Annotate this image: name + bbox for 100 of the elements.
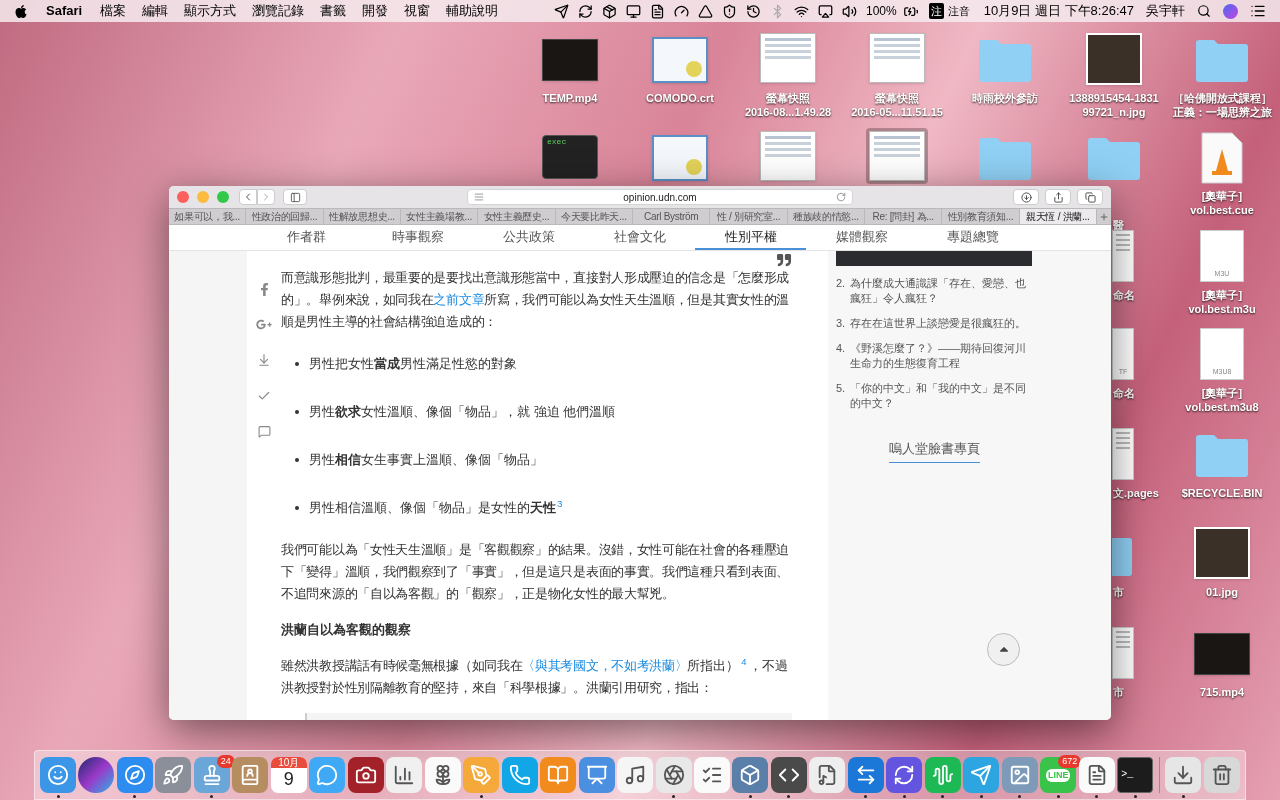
app-menu[interactable]: Safari: [46, 1, 83, 21]
menu-item[interactable]: 視窗: [404, 1, 431, 21]
phone-app-icon[interactable]: [501, 757, 538, 793]
music-note-app-icon[interactable]: [617, 757, 654, 793]
downloads-stack-icon[interactable]: [1165, 757, 1202, 793]
siri-icon[interactable]: [1223, 3, 1238, 19]
address-field[interactable]: opinion.udn.com: [467, 189, 853, 205]
cube-app-icon[interactable]: [732, 757, 769, 793]
flower-app-icon[interactable]: [424, 757, 461, 793]
list-number: 5.: [836, 381, 846, 396]
monitor-icon[interactable]: [626, 3, 641, 19]
airplay-icon[interactable]: [818, 3, 833, 19]
user-name[interactable]: 吳宇軒: [1146, 1, 1185, 21]
code-app-icon[interactable]: [770, 757, 807, 793]
sync-icon[interactable]: [578, 3, 593, 19]
browser-tab[interactable]: 親天恆 / 洪蘭...: [1019, 209, 1097, 224]
screenshot-thumbnail: [869, 131, 925, 181]
apple-menu-icon[interactable]: [14, 3, 28, 19]
check-icon[interactable]: [257, 389, 271, 403]
menu-icon[interactable]: [1250, 3, 1266, 19]
facebook-icon[interactable]: [258, 283, 270, 296]
search-icon[interactable]: [1197, 4, 1211, 18]
close-button[interactable]: [177, 191, 189, 203]
back-button[interactable]: [239, 189, 257, 205]
shield-icon[interactable]: [722, 3, 737, 19]
sound-wave-app-icon[interactable]: [924, 757, 961, 793]
save-icon[interactable]: [257, 353, 271, 367]
footnote-link[interactable]: 3: [557, 498, 563, 510]
footnote-link[interactable]: 4: [741, 657, 747, 668]
compass-app-icon[interactable]: [116, 757, 153, 793]
nav-link[interactable]: 專題總覽: [917, 225, 1028, 250]
address-book-app-icon[interactable]: [232, 757, 269, 793]
article-link[interactable]: 之前文章: [433, 293, 485, 307]
box-icon[interactable]: [602, 3, 617, 19]
menu-item[interactable]: 瀏覽記錄: [252, 1, 305, 21]
article-paragraph: 我們可能以為「女性天生溫順」是「客觀觀察」的結果。沒錯，女性可能在社會的各種壓迫下「變得」溫順，我們觀察到了「事實」，但是這只是表面的事實。我們這種只看到表面、不追問來源的「自以為客觀」的「觀察」，正是物化女性的最大幫兇。: [281, 542, 790, 603]
menu-item[interactable]: 編輯: [142, 1, 169, 21]
screenshot-thumbnail: [760, 33, 816, 83]
sync-app-icon[interactable]: [886, 757, 923, 793]
nav-link[interactable]: 社會文化: [584, 225, 695, 250]
nav-link[interactable]: 媒體觀察: [806, 225, 917, 250]
sheet-music-app-icon[interactable]: [809, 757, 846, 793]
photo-placeholder: [1194, 527, 1250, 579]
folder-icon: [977, 135, 1033, 181]
picture-app-icon[interactable]: [1001, 757, 1038, 793]
trash-icon[interactable]: [1203, 757, 1240, 793]
paper-plane-icon[interactable]: [554, 3, 569, 19]
menu-item[interactable]: 書籤: [320, 1, 347, 21]
history-icon[interactable]: [746, 3, 761, 19]
menu-item[interactable]: 檔案: [100, 1, 127, 21]
reload-icon[interactable]: [836, 192, 846, 202]
certificate-icon: [652, 37, 708, 83]
sidebar-button[interactable]: [283, 189, 307, 205]
file-label: [奧華子] vol.best.m3u8: [1185, 386, 1259, 414]
camera-app-icon[interactable]: [347, 757, 384, 793]
wifi-icon[interactable]: [794, 3, 809, 19]
document-icon[interactable]: [650, 3, 665, 19]
menu-item[interactable]: 顯示方式: [184, 1, 237, 21]
nav-link[interactable]: 公共政策: [473, 225, 584, 250]
menu-item[interactable]: 輔助說明: [446, 1, 499, 21]
article-link[interactable]: 〈與其考國文，不如考洪蘭〉: [522, 659, 688, 673]
triangle-icon[interactable]: [698, 3, 713, 19]
file-label: 醫: [1113, 218, 1124, 232]
folder-icon: [977, 37, 1033, 83]
comment-icon[interactable]: [257, 425, 271, 438]
downloads-button[interactable]: [1013, 189, 1039, 205]
related-article-link[interactable]: 存在在這世界上談戀愛是很瘋狂的。: [850, 316, 1026, 331]
nav-link[interactable]: 作者群: [251, 225, 362, 250]
screenshot-thumbnail: [869, 33, 925, 83]
volume-icon[interactable]: [842, 3, 857, 19]
presentation-app-icon[interactable]: [578, 757, 615, 793]
open-book-app-icon[interactable]: [540, 757, 577, 793]
article-paragraph: 而意識形態批判，最重要的是要找出意識形態當中，直接對人形成壓迫的信念是「怎麼形成的」。舉例來說，如同我在之前文章所寫，我們可能以為女性天生溫順，但是其實女性的溫順是男性主導的社會結構強迫造成的：: [281, 270, 791, 331]
gauge-icon[interactable]: [674, 3, 689, 19]
related-article-link[interactable]: 為什麼成大通識課「存在、愛戀、也瘋狂」令人瘋狂？: [850, 276, 1032, 306]
facebook-page-link[interactable]: 嗚人堂臉書專頁: [888, 439, 980, 463]
share-button[interactable]: [1045, 189, 1071, 205]
file-label: 螢幕快照 2016-08...1.49.28: [744, 91, 832, 119]
related-article-link[interactable]: 「你的中文」和「我的中文」是不同的中文？: [850, 381, 1032, 411]
google-plus-icon[interactable]: [256, 318, 272, 331]
tabs-overview-button[interactable]: [1077, 189, 1103, 205]
menu-item[interactable]: 開發: [362, 1, 389, 21]
file-label: 市: [1113, 585, 1124, 599]
related-article-link[interactable]: 《野溪怎麼了？》——期待回復河川生命力的生態復育工程: [850, 341, 1032, 371]
file-label: [奧華子] vol.best.cue: [1190, 189, 1254, 217]
menu-clock[interactable]: 10月9日 週日 下午8:26:47: [983, 1, 1134, 21]
nav-link[interactable]: 時事觀察: [362, 225, 473, 250]
checklist-app-icon[interactable]: [693, 757, 730, 793]
rocket-app-icon[interactable]: [155, 757, 192, 793]
terminal-app-icon[interactable]: >_: [1117, 757, 1154, 793]
calendar-app-icon[interactable]: 10月 9: [270, 757, 307, 793]
terminal-icon: exec: [542, 135, 598, 179]
text-document-app-icon[interactable]: [1078, 757, 1115, 793]
arrows-app-icon[interactable]: [847, 757, 884, 793]
bar-chart-app-icon[interactable]: [386, 757, 423, 793]
input-source-badge[interactable]: 注: [928, 2, 944, 20]
aperture-app-icon[interactable]: [655, 757, 692, 793]
smiling-face-app-icon[interactable]: [40, 757, 76, 793]
back-to-top-button[interactable]: [987, 632, 1020, 666]
paper-plane-app-icon[interactable]: [963, 757, 1000, 793]
